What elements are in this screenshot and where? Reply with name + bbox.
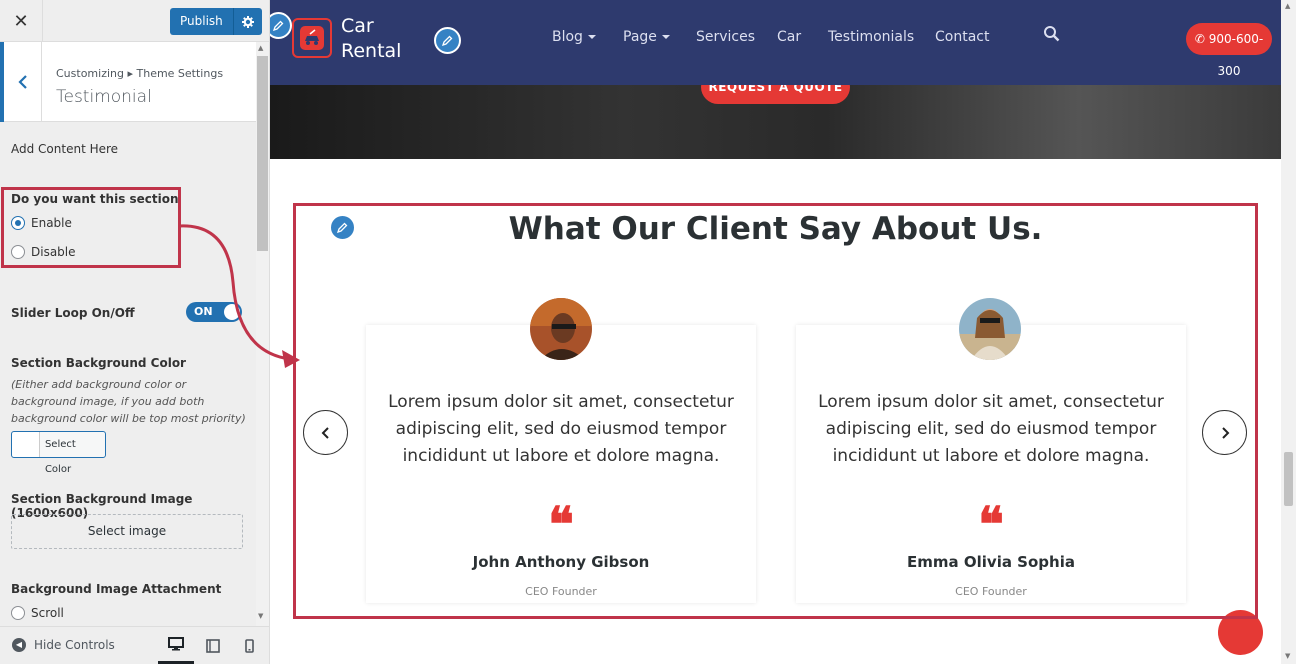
annotation-box-section-toggle [1, 187, 181, 268]
section-header: Customizing ▸ Theme Settings Testimonial [0, 42, 256, 122]
nav-item-car[interactable]: Car [777, 29, 801, 45]
add-content-label: Add Content Here [11, 142, 119, 156]
caret-down-icon [587, 35, 596, 39]
site-header: Car Rental Blog Page Services Car Testim… [270, 0, 1281, 85]
nav-item-testimonials[interactable]: Testimonials [828, 29, 914, 45]
scroll-up-arrow[interactable]: ▲ [258, 44, 263, 52]
section-title: Testimonial [56, 87, 152, 107]
logo-line-2: Rental [341, 40, 402, 62]
gear-icon[interactable] [233, 8, 262, 35]
preview-scroll-thumb[interactable] [1284, 452, 1293, 506]
publish-group: Publish [170, 8, 262, 35]
hero-banner: REQUEST A QUOTE [270, 70, 1281, 159]
preview-scrollbar[interactable]: ▲ ▼ [1281, 0, 1296, 664]
select-image-button[interactable]: Select image [11, 514, 243, 549]
site-logo-text[interactable]: Car Rental [341, 14, 401, 64]
nav-label: Page [623, 29, 657, 45]
scroll-up-arrow[interactable]: ▲ [1285, 2, 1290, 10]
nav-label: Blog [552, 29, 583, 45]
nav-item-page[interactable]: Page [623, 29, 670, 45]
color-swatch [12, 432, 40, 457]
phone-icon: ✆ [1194, 32, 1205, 46]
nav-item-services[interactable]: Services [696, 29, 755, 45]
hide-controls-label: Hide Controls [34, 638, 115, 652]
nav-item-contact[interactable]: Contact [935, 29, 989, 45]
scroll-down-arrow[interactable]: ▼ [1285, 652, 1290, 660]
pencil-icon[interactable] [434, 27, 461, 54]
caret-down-icon [661, 35, 670, 39]
nav-item-blog[interactable]: Blog [552, 29, 596, 45]
publish-button[interactable]: Publish [170, 8, 234, 35]
scroll-down-arrow[interactable]: ▼ [258, 612, 263, 620]
slider-loop-label: Slider Loop On/Off [11, 306, 135, 320]
radio-scroll-label: Scroll [31, 606, 64, 620]
chevron-left-icon[interactable] [0, 42, 42, 122]
mobile-icon[interactable] [231, 627, 267, 664]
customizer-header: ✕ Publish [0, 0, 269, 42]
customizer-app: ✕ Publish Customizing ▸ Theme Settings T… [0, 0, 1296, 664]
car-logo-icon[interactable] [292, 18, 332, 58]
hide-controls-button[interactable]: ◀ Hide Controls [12, 638, 115, 652]
bg-color-label: Section Background Color [11, 356, 186, 370]
tablet-icon[interactable] [195, 627, 231, 664]
collapse-icon: ◀ [12, 638, 26, 652]
search-icon[interactable] [1043, 25, 1060, 46]
desktop-icon[interactable] [158, 627, 194, 664]
phone-number: 900-600-300 [1208, 32, 1264, 78]
bg-attachment-label: Background Image Attachment [11, 582, 222, 596]
close-icon[interactable]: ✕ [0, 0, 43, 42]
select-color-label: Select Color [44, 439, 76, 475]
annotation-arrow [179, 224, 300, 368]
annotation-box-testimonial [293, 203, 1258, 619]
select-color-button[interactable]: Select Color [11, 431, 106, 475]
bg-color-help: (Either add background color or backgrou… [11, 378, 246, 425]
pencil-icon[interactable] [270, 12, 292, 39]
radio-scroll-circle[interactable] [11, 606, 25, 620]
logo-line-1: Car [341, 15, 374, 37]
radio-scroll[interactable]: Scroll [11, 606, 64, 620]
customizer-footer: ◀ Hide Controls [0, 626, 269, 664]
phone-button[interactable]: ✆ 900-600-300 [1186, 23, 1272, 78]
breadcrumb: Customizing ▸ Theme Settings [56, 67, 224, 80]
